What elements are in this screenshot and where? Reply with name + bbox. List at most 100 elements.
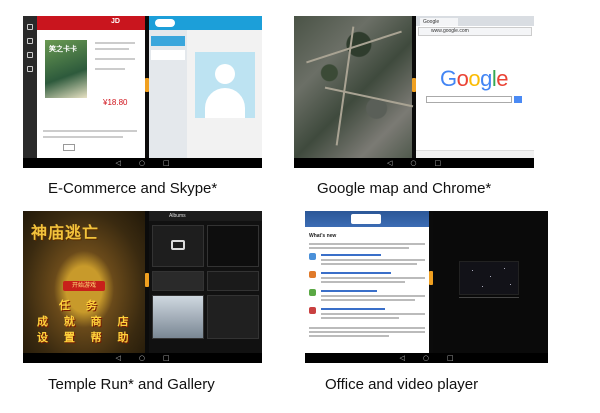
system-navbar: ◁ ○ □ xyxy=(305,353,548,363)
map-road xyxy=(306,30,402,64)
book-title: 笑之卡卡 xyxy=(49,46,77,53)
home-button-icon[interactable]: ○ xyxy=(410,158,416,168)
address-bar[interactable]: www.google.com xyxy=(418,27,532,36)
video-player[interactable] xyxy=(433,211,548,353)
link-line[interactable] xyxy=(321,254,381,256)
map-road xyxy=(324,86,414,108)
feature-icon xyxy=(309,271,316,278)
tablet-ecommerce-skype: JD 笑之卡卡 ¥18.80 ◁ ○ □ xyxy=(23,16,262,168)
link-line[interactable] xyxy=(321,308,385,310)
skype-logo xyxy=(155,19,175,27)
caption-ecommerce-skype: E-Commerce and Skype* xyxy=(48,180,218,197)
text-line xyxy=(43,136,123,138)
back-icon[interactable]: ◁ xyxy=(399,353,404,363)
document-heading: What's new xyxy=(309,233,337,239)
tablet-maps-chrome: Google www.google.com Google ◁ ○ □ xyxy=(294,16,534,168)
gallery-header: Albums xyxy=(149,211,262,221)
jd-sidebar xyxy=(23,16,37,158)
text-line xyxy=(43,130,137,132)
recents-icon[interactable]: □ xyxy=(163,158,170,168)
video-speck xyxy=(504,268,505,269)
jd-logo: JD xyxy=(111,18,120,25)
office-document[interactable]: What's new xyxy=(305,211,429,353)
skype-item-contacts[interactable] xyxy=(151,36,185,46)
seek-bar[interactable] xyxy=(459,297,519,298)
skype-app xyxy=(149,16,262,158)
book-cover[interactable]: 笑之卡卡 xyxy=(45,40,87,98)
feature-icon xyxy=(309,253,316,260)
link-line[interactable] xyxy=(321,290,377,292)
contact-avatar xyxy=(195,52,255,118)
video-speck xyxy=(482,286,483,287)
office-logo xyxy=(351,214,381,224)
video-speck xyxy=(490,276,491,277)
text-line xyxy=(95,48,129,50)
camera-icon xyxy=(171,240,185,250)
user-icon[interactable] xyxy=(27,66,33,72)
album-thumbnail[interactable] xyxy=(152,225,204,267)
text-line xyxy=(309,247,409,249)
google-logo: Google xyxy=(440,66,509,91)
text-line xyxy=(95,42,135,44)
back-icon[interactable]: ◁ xyxy=(115,353,120,363)
text-line xyxy=(321,281,405,283)
text-line xyxy=(321,299,415,301)
menu-row[interactable]: 设 置 帮 助 xyxy=(37,329,135,345)
recents-icon[interactable]: □ xyxy=(434,158,441,168)
video-speck xyxy=(472,270,473,271)
tab-google[interactable]: Google xyxy=(420,18,458,26)
quantity-stepper[interactable] xyxy=(63,144,75,151)
album-thumbnail[interactable] xyxy=(207,295,259,339)
home-button-icon[interactable]: ○ xyxy=(423,353,429,363)
text-line xyxy=(95,58,135,60)
text-line xyxy=(309,331,425,333)
text-line xyxy=(321,263,417,265)
caption-office-video: Office and video player xyxy=(325,376,479,393)
text-line xyxy=(321,317,399,319)
skype-sidebar xyxy=(149,30,187,158)
avatar-body xyxy=(205,88,245,118)
home-button-icon[interactable]: ○ xyxy=(139,353,145,363)
album-thumbnail[interactable] xyxy=(207,271,259,291)
video-frame xyxy=(459,261,519,295)
tablet-office-video: What's new ◁ ○ □ xyxy=(305,211,548,363)
menu-row[interactable]: 成 就 商 店 xyxy=(37,313,135,329)
avatar-head xyxy=(215,64,235,84)
system-navbar: ◁ ○ □ xyxy=(23,353,262,363)
office-ribbon xyxy=(305,211,429,227)
cart-icon[interactable] xyxy=(27,52,33,58)
category-icon[interactable] xyxy=(27,38,33,44)
skype-topbar xyxy=(149,16,262,30)
album-thumbnail[interactable] xyxy=(152,271,204,291)
recents-icon[interactable]: □ xyxy=(447,353,454,363)
page-footer xyxy=(416,150,534,158)
temple-run-game[interactable]: 神庙逃亡 开始游戏 任 务 成 就 商 店 设 置 帮 助 xyxy=(23,211,145,353)
tablet-templerun-gallery: 神庙逃亡 开始游戏 任 务 成 就 商 店 设 置 帮 助 Albums ◁ ○… xyxy=(23,211,262,363)
chrome-tabbar: Google xyxy=(416,16,534,26)
album-thumbnail[interactable] xyxy=(152,295,204,339)
start-game-button[interactable]: 开始游戏 xyxy=(63,281,105,291)
gallery-app: Albums xyxy=(149,211,262,353)
recents-icon[interactable]: □ xyxy=(163,353,170,363)
link-line[interactable] xyxy=(321,272,391,274)
album-thumbnail[interactable] xyxy=(207,225,259,267)
chrome-browser: Google www.google.com Google xyxy=(416,16,534,158)
game-title: 神庙逃亡 xyxy=(31,223,100,242)
search-input[interactable] xyxy=(426,96,512,103)
satellite-map[interactable] xyxy=(294,16,414,158)
caption-maps-chrome: Google map and Chrome* xyxy=(317,180,492,197)
text-line xyxy=(95,68,125,70)
skype-item-profile[interactable] xyxy=(151,50,185,60)
search-button[interactable] xyxy=(514,96,522,103)
map-road xyxy=(335,26,355,146)
feature-icon xyxy=(309,289,316,296)
text-line xyxy=(309,335,389,337)
text-line xyxy=(321,277,425,279)
figure: JD 笑之卡卡 ¥18.80 ◁ ○ □ E-Commerce and Skyp… xyxy=(0,0,600,413)
home-icon[interactable] xyxy=(27,24,33,30)
back-icon[interactable]: ◁ xyxy=(387,158,392,168)
back-icon[interactable]: ◁ xyxy=(115,158,120,168)
menu-row[interactable]: 任 务 xyxy=(59,297,103,313)
text-line xyxy=(321,259,425,261)
home-button-icon[interactable]: ○ xyxy=(139,158,145,168)
